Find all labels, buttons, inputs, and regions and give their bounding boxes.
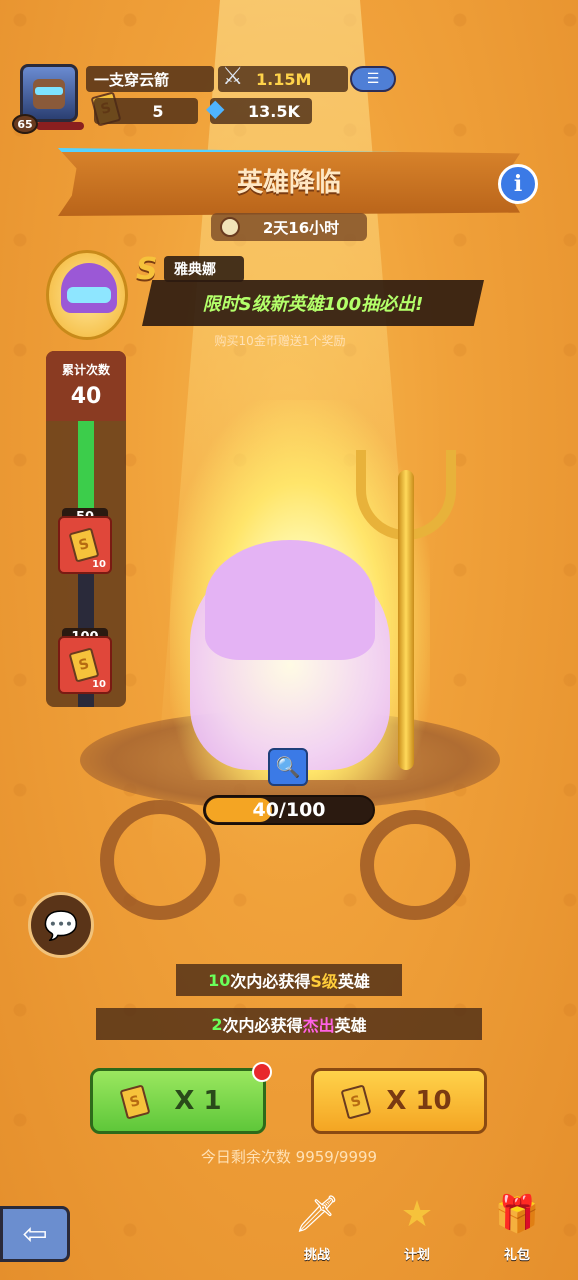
avatar-visor xyxy=(35,87,63,95)
info-button[interactable]: i xyxy=(498,164,538,204)
diamond-plus-icon[interactable]: ◆ xyxy=(206,94,236,124)
draw-progress-text: 40/100 xyxy=(252,799,326,821)
nav-label: 挑战 xyxy=(303,1248,330,1263)
nav-gift[interactable]: 🎁 礼包 xyxy=(482,1188,552,1272)
guarantee-text: 次内必获得 xyxy=(222,1016,303,1035)
ticket-icon: S xyxy=(68,647,100,683)
promo-subtext: 购买10金币赠送1个奖励 xyxy=(214,334,346,348)
reward-count: 10 xyxy=(92,559,106,570)
guarantee-count: 2 xyxy=(211,1014,223,1034)
accumulate-header: 累计次数 40 xyxy=(46,351,126,421)
ticket-icon: S xyxy=(340,1084,372,1120)
hero-staff xyxy=(398,470,414,770)
guarantee-count: 10 xyxy=(208,970,231,990)
hero-visor xyxy=(67,287,111,303)
nav-plan[interactable]: ★ 计划 xyxy=(382,1188,452,1272)
chat-button[interactable]: 💬 xyxy=(28,892,94,958)
reward-count: 10 xyxy=(92,679,106,690)
chat-icon: 💬 xyxy=(43,908,79,942)
menu-button[interactable]: ☰ xyxy=(350,66,396,92)
ticket-icon: S xyxy=(68,527,100,563)
list-icon: ☰ xyxy=(366,71,380,87)
player-name: 一支穿云箭 xyxy=(86,66,214,92)
s-star-icon: ★ xyxy=(400,1193,434,1235)
player-avatar[interactable] xyxy=(20,64,78,122)
exp-bar xyxy=(36,122,84,130)
draw-ten-button[interactable]: S X 10 xyxy=(311,1068,487,1134)
milestone-reward[interactable]: S 10 xyxy=(58,516,112,574)
level-badge: 65 xyxy=(12,114,38,134)
accumulate-value: 40 xyxy=(70,384,102,409)
guarantee-text: 次内必获得 xyxy=(230,972,311,991)
preview-button[interactable]: 🔍 xyxy=(268,748,308,786)
guarantee-s-tier: 10 次内必获得 S级 英雄 xyxy=(176,964,402,996)
hero-portrait[interactable] xyxy=(46,250,128,340)
hero-name: 雅典娜 xyxy=(164,256,244,282)
event-title: 英雄降临 xyxy=(236,168,341,198)
sword-stone-icon: 🗡 xyxy=(294,1194,340,1235)
nav-label: 计划 xyxy=(403,1248,430,1263)
draw-one-button[interactable]: S X 1 xyxy=(90,1068,266,1134)
ticket-icon: S xyxy=(119,1084,151,1120)
ticket-count: 5 xyxy=(94,98,198,124)
draw-one-label: X 1 xyxy=(174,1086,222,1116)
accumulate-label: 累计次数 xyxy=(61,363,110,377)
crossed-swords-icon: ⚔ xyxy=(222,62,244,90)
guarantee-tail: 英雄 xyxy=(334,1016,367,1035)
nav-label: 礼包 xyxy=(503,1248,530,1263)
guarantee-tier: 杰出 xyxy=(302,1016,335,1035)
hero-figure-hair xyxy=(205,540,375,660)
guarantee-tail: 英雄 xyxy=(337,972,370,991)
accumulate-fill xyxy=(78,421,94,513)
arrow-left-icon: ⇦ xyxy=(22,1216,48,1252)
guarantee-tier: S级 xyxy=(310,972,338,991)
clock-icon xyxy=(220,217,240,237)
nav-challenge[interactable]: 🗡 挑战 xyxy=(282,1188,352,1272)
back-button[interactable]: ⇦ xyxy=(0,1206,70,1262)
draw-ten-label: X 10 xyxy=(386,1086,452,1116)
notification-dot xyxy=(252,1062,272,1082)
milestone-reward[interactable]: S 10 xyxy=(58,636,112,694)
magnifier-icon: 🔍 xyxy=(275,755,301,779)
guarantee-epic: 2 次内必获得 杰出 英雄 xyxy=(96,1008,482,1040)
info-icon: i xyxy=(513,171,523,197)
promo-banner: 限时S级新英雄100抽必出! xyxy=(142,280,484,326)
gift-icon: 🎁 xyxy=(494,1194,540,1235)
remaining-draws: 今日剩余次数 9959/9999 xyxy=(200,1148,378,1166)
tentacle-right xyxy=(360,810,470,920)
tentacle-left xyxy=(100,800,220,920)
